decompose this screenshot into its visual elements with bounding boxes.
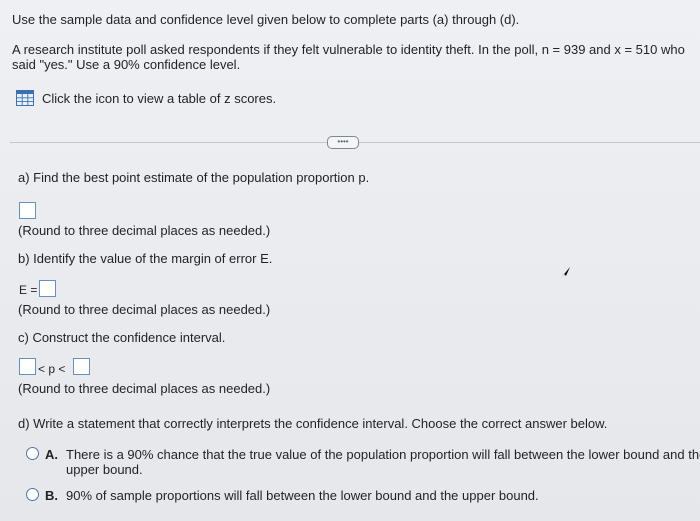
- table-icon[interactable]: [16, 90, 34, 106]
- option-b-radio[interactable]: [26, 488, 39, 501]
- part-b-answer-input[interactable]: [39, 280, 56, 297]
- part-a-answer-input[interactable]: [19, 202, 36, 219]
- ztable-link-text[interactable]: Click the icon to view a table of z scor…: [42, 91, 276, 107]
- option-b-letter: B.: [45, 488, 58, 503]
- option-b-text[interactable]: 90% of sample proportions will fall betw…: [66, 488, 539, 504]
- part-c-inequality: < p <: [38, 362, 66, 376]
- part-c-question: c) Construct the confidence interval.: [18, 330, 226, 345]
- expand-more-button[interactable]: ••••: [327, 136, 359, 149]
- part-b-question: b) Identify the value of the margin of e…: [18, 251, 273, 266]
- option-a-radio[interactable]: [26, 447, 39, 460]
- part-a-question: a) Find the best point estimate of the p…: [18, 170, 370, 185]
- mouse-cursor-icon: [560, 267, 570, 279]
- part-b-e-label: E =: [19, 283, 38, 297]
- part-a-hint: (Round to three decimal places as needed…: [18, 223, 271, 238]
- option-a-text-line2[interactable]: upper bound.: [66, 462, 143, 478]
- instruction-text: Use the sample data and confidence level…: [12, 12, 520, 27]
- problem-text-line1: A research institute poll asked responde…: [12, 42, 685, 57]
- part-c-lower-input[interactable]: [19, 358, 36, 375]
- part-b-hint: (Round to three decimal places as needed…: [18, 302, 271, 317]
- part-c-hint: (Round to three decimal places as needed…: [18, 381, 271, 396]
- problem-text-line2: said "yes." Use a 90% confidence level.: [12, 57, 241, 72]
- option-a-letter: A.: [45, 447, 58, 462]
- part-d-question: d) Write a statement that correctly inte…: [18, 416, 608, 431]
- part-c-upper-input[interactable]: [73, 358, 90, 375]
- option-a-text-line1[interactable]: There is a 90% chance that the true valu…: [66, 447, 700, 463]
